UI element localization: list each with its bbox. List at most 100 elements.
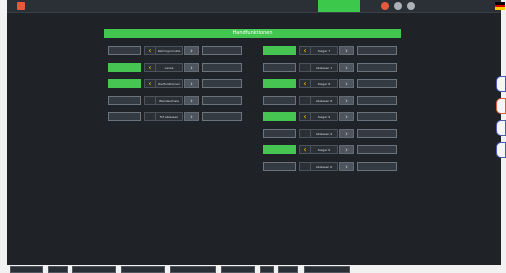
chevron-left-icon[interactable]: ‹ — [144, 62, 156, 72]
chevron-left-icon[interactable]: ‹ — [299, 145, 311, 154]
row-right-button[interactable] — [202, 46, 242, 55]
bottom-tab[interactable] — [278, 266, 298, 273]
chevron-right-icon[interactable]: › — [339, 95, 354, 105]
row-right-button[interactable] — [357, 79, 397, 88]
alert-icon[interactable] — [381, 2, 389, 10]
row-left-button[interactable] — [108, 79, 141, 88]
chevron-left-icon[interactable]: ‹ — [144, 79, 156, 88]
chevron-right-icon[interactable]: › — [339, 145, 354, 154]
chevron-left-icon[interactable]: ‹ — [299, 46, 311, 55]
row-label: Ablassen 9 — [311, 128, 338, 138]
bottom-tab[interactable] — [121, 266, 165, 273]
function-row: Ablassen 7 › — [263, 62, 397, 72]
function-row: ‹ Kehrlogomulde › — [108, 46, 242, 55]
bottom-tab[interactable] — [72, 266, 116, 273]
row-left-button[interactable] — [108, 95, 141, 105]
row-right-button[interactable] — [202, 95, 242, 105]
row-right-button[interactable] — [357, 112, 397, 121]
chevron-left-icon[interactable]: ‹ — [299, 79, 311, 88]
language-flag-icon[interactable] — [495, 2, 505, 10]
row-label: Kehrlogomulde — [156, 46, 183, 55]
row-left-button[interactable] — [263, 145, 296, 154]
row-label: Sieger 8 — [311, 79, 338, 88]
function-row: ‹ Lanze › — [108, 62, 242, 72]
chevron-right-icon[interactable]: › — [184, 112, 199, 121]
row-left-button[interactable] — [263, 46, 296, 55]
chevron-right-icon[interactable]: › — [184, 79, 199, 88]
function-row: Ablassen 6 › — [263, 161, 397, 171]
chevron-left-icon[interactable] — [299, 128, 311, 138]
status-button[interactable] — [318, 0, 360, 12]
chevron-left-icon[interactable] — [299, 95, 311, 105]
row-right-button[interactable] — [202, 79, 242, 88]
row-label: Lanze — [156, 62, 183, 72]
function-row: Wendeschale › — [108, 95, 242, 105]
app-window: Handfunktionen ‹ Kehrlogomulde › ‹ Lanze › ‹ Ra… — [0, 0, 506, 273]
side-tab[interactable] — [496, 98, 506, 114]
row-label: Ablassen 8 — [311, 95, 338, 105]
chevron-right-icon[interactable]: › — [339, 161, 354, 171]
bottom-tab[interactable] — [10, 266, 43, 273]
row-label: Radfunktionen — [156, 79, 183, 88]
row-left-button[interactable] — [263, 112, 296, 121]
chevron-left-icon[interactable] — [299, 62, 311, 72]
menu-icon[interactable] — [481, 1, 491, 11]
bottom-tab[interactable] — [221, 266, 255, 273]
row-left-button[interactable] — [263, 79, 296, 88]
chevron-right-icon[interactable]: › — [184, 62, 199, 72]
chevron-left-icon[interactable] — [299, 161, 311, 171]
app-logo-icon — [17, 2, 25, 10]
function-row: ‹ Sieger 7 › — [263, 46, 397, 55]
settings-icon[interactable] — [407, 2, 415, 10]
function-row: ‹ Radfunktionen › — [108, 79, 242, 88]
row-left-button[interactable] — [263, 95, 296, 105]
row-label: Ablassen 6 — [311, 161, 338, 171]
chevron-right-icon[interactable]: › — [184, 95, 199, 105]
chevron-right-icon[interactable]: › — [339, 128, 354, 138]
row-right-button[interactable] — [357, 145, 397, 154]
function-row: ‹ Sieger 9 › — [263, 112, 397, 121]
chevron-right-icon[interactable]: › — [184, 46, 199, 55]
row-label: Sieger 7 — [311, 46, 338, 55]
chevron-left-icon[interactable]: ‹ — [144, 46, 156, 55]
chevron-right-icon[interactable]: › — [339, 112, 354, 121]
chevron-left-icon[interactable]: ‹ — [299, 112, 311, 121]
bottom-tab[interactable] — [260, 266, 274, 273]
row-left-button[interactable] — [263, 62, 296, 72]
row-left-button[interactable] — [108, 46, 141, 55]
row-label: Wendeschale — [156, 95, 183, 105]
bottom-tab[interactable] — [48, 266, 68, 273]
row-right-button[interactable] — [202, 112, 242, 121]
chevron-right-icon[interactable]: › — [339, 62, 354, 72]
app-title — [27, 3, 97, 7]
main-panel — [7, 0, 501, 273]
side-tab[interactable] — [496, 120, 506, 136]
row-label: Ablassen 7 — [311, 62, 338, 72]
row-right-button[interactable] — [357, 161, 397, 171]
row-right-button[interactable] — [202, 62, 242, 72]
side-tab[interactable] — [496, 142, 506, 158]
side-tab[interactable] — [496, 76, 506, 92]
help-icon[interactable] — [394, 2, 402, 10]
row-left-button[interactable] — [108, 62, 141, 72]
function-row: Tof ablassen › — [108, 112, 242, 121]
function-row: ‹ Sieger 8 › — [263, 79, 397, 88]
chevron-left-icon[interactable] — [144, 95, 156, 105]
bottom-tab[interactable] — [170, 266, 216, 273]
chevron-right-icon[interactable]: › — [339, 46, 354, 55]
row-label: Sieger 6 — [311, 145, 338, 154]
row-right-button[interactable] — [357, 46, 397, 55]
row-label: Sieger 9 — [311, 112, 338, 121]
row-left-button[interactable] — [263, 161, 296, 171]
row-right-button[interactable] — [357, 95, 397, 105]
chevron-right-icon[interactable]: › — [339, 79, 354, 88]
row-right-button[interactable] — [357, 128, 397, 138]
function-row: Ablassen 9 › — [263, 128, 397, 138]
row-right-button[interactable] — [357, 62, 397, 72]
chevron-left-icon[interactable] — [144, 112, 156, 121]
section-header: Handfunktionen — [104, 29, 401, 38]
bottom-tab[interactable] — [304, 266, 350, 273]
user-info[interactable] — [427, 3, 467, 7]
row-left-button[interactable] — [263, 128, 296, 138]
row-left-button[interactable] — [108, 112, 141, 121]
